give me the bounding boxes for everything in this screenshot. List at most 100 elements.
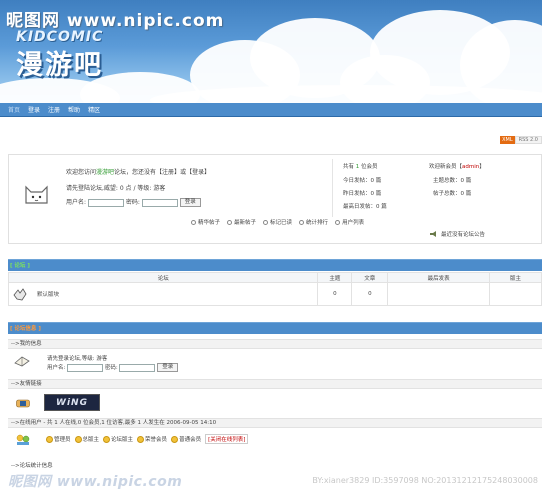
- username-label: 用户名:: [66, 199, 87, 206]
- online-legend: 管理员 总版主 论坛版主 荣誉会员 普通会员 [关闭在线列表]: [46, 434, 249, 444]
- username-input[interactable]: [87, 198, 124, 207]
- forum-cell: 默认版块: [7, 282, 319, 306]
- welcome-text-4: 】: [204, 169, 211, 176]
- member-count-value: 1: [355, 164, 360, 170]
- col-posts: 文章: [351, 272, 389, 283]
- legend-super-mod: 总版主: [74, 435, 99, 443]
- rss2-badge[interactable]: RSS 2.0: [514, 136, 542, 144]
- watermark-bottom: 昵图网 www.nipic.com: [8, 474, 183, 490]
- nav-home[interactable]: 首页: [8, 105, 20, 114]
- link-featured[interactable]: 精华帖子: [191, 218, 220, 226]
- handshake-icon: [16, 399, 30, 408]
- link-user-list-label: 用户列表: [342, 220, 365, 226]
- legend-admin-label: 管理员: [54, 437, 71, 443]
- info-password-label: 密码:: [104, 365, 118, 371]
- friend-links-header: -->友情链接: [8, 379, 542, 389]
- stat-today: 今日发帖：0 篇: [343, 178, 382, 184]
- stat-topics: 主题总数：0 篇: [433, 178, 472, 184]
- col-moderator: 版主: [489, 272, 542, 283]
- top-nav: 首页 登录 注册 帮助 精区: [0, 103, 542, 117]
- nav-login[interactable]: 登录: [28, 105, 40, 114]
- nav-featured[interactable]: 精区: [88, 105, 100, 114]
- col-forum: 论坛: [7, 272, 319, 283]
- close-online-list-link[interactable]: [关闭在线列表]: [205, 434, 249, 444]
- xml-badge[interactable]: XML: [500, 136, 515, 144]
- header-banner: 昵图网 www.nipic.com KIDCOMIC 漫游吧: [0, 0, 542, 103]
- nav-register[interactable]: 注册: [48, 105, 60, 114]
- rss-badge[interactable]: XML RSS 2.0: [500, 136, 542, 144]
- forum-name-link[interactable]: 默认版块: [37, 290, 59, 298]
- announcement-text: 最近没有论坛公告: [441, 232, 486, 238]
- forum-section-title: [ 论坛 ]: [10, 263, 30, 269]
- forum-table: 论坛 主题 文章 最后发表 版主 默认版块 0 0: [7, 272, 542, 306]
- welcome-text-2: 论坛，您还没有【: [114, 169, 163, 176]
- legend-honor-member: 荣誉会员: [137, 435, 167, 443]
- watermark-top: 昵图网 www.nipic.com: [6, 11, 225, 31]
- site-name-link[interactable]: 漫游吧: [96, 169, 114, 176]
- super-mod-face-icon: [74, 435, 82, 443]
- legend-member-label: 普通会员: [179, 437, 202, 443]
- forum-last-post: [387, 282, 491, 306]
- forum-section-header: [ 论坛 ]: [8, 259, 542, 271]
- link-mark-read[interactable]: 标记已读: [263, 218, 292, 226]
- col-last-post: 最后发表: [387, 272, 491, 283]
- megaphone-icon: [430, 231, 436, 237]
- info-login-form: 用户名: 密码: 登录: [47, 363, 179, 372]
- welcome-panel: 欢迎您访问漫游吧论坛，您还没有【注册】或【登录】 请先登陆论坛,威望: 0 点 …: [8, 154, 542, 244]
- wing-link-logo[interactable]: WiNG: [44, 394, 100, 411]
- info-login-button[interactable]: 登录: [157, 363, 179, 372]
- watermark-id: BY:xianer3829 ID:3597098 NO:201312121752…: [312, 476, 538, 485]
- col-topics: 主题: [317, 272, 353, 283]
- watermark-user: BY:xianer3829: [312, 476, 370, 485]
- info-username-input[interactable]: [67, 363, 104, 372]
- newest-member-link[interactable]: admin: [462, 164, 479, 170]
- site-logo-chinese[interactable]: 漫游吧: [16, 43, 103, 82]
- member-count-pre: 共有: [343, 164, 355, 170]
- member-face-icon: [171, 435, 179, 443]
- announcement[interactable]: 最近没有论坛公告: [429, 230, 485, 238]
- table-row: 默认版块 0 0: [7, 282, 542, 306]
- wing-logo-text: WiNG: [56, 397, 88, 408]
- stats-icon: [299, 219, 305, 225]
- newest-member: 欢迎新会员【admin】: [429, 162, 485, 170]
- newest-member-close: 】: [479, 164, 485, 170]
- nav-help[interactable]: 帮助: [68, 105, 80, 114]
- newest-icon: [227, 219, 233, 225]
- login-button[interactable]: 登录: [179, 198, 201, 207]
- link-newest-label: 最新帖子: [234, 220, 257, 226]
- info-section-title: [ 论坛信息 ]: [10, 326, 41, 332]
- stat-yesterday: 昨日发帖：0 篇: [343, 191, 382, 197]
- info-password-input[interactable]: [119, 363, 156, 372]
- link-mark-read-label: 标记已读: [270, 220, 293, 226]
- admin-face-icon: [46, 435, 53, 443]
- forum-posts: 0: [351, 282, 389, 306]
- stat-max-day: 最高日发帖：0 篇: [343, 204, 387, 210]
- watermark-id-text: ID:3597098 NO:20131212175248030008: [371, 476, 538, 485]
- legend-forum-mod: 论坛版主: [103, 435, 133, 443]
- welcome-line: 欢迎您访问漫游吧论坛，您还没有【注册】或【登录】: [66, 167, 210, 176]
- honor-member-face-icon: [137, 435, 145, 443]
- link-user-list[interactable]: 用户列表: [335, 218, 364, 226]
- my-info-header: -->我的信息: [8, 339, 542, 349]
- password-label: 密码:: [125, 199, 140, 206]
- notebook-icon: [14, 356, 30, 367]
- forum-mod-face-icon: [103, 435, 111, 443]
- welcome-text: 欢迎您访问: [66, 169, 97, 176]
- legend-forum-mod-label: 论坛版主: [111, 437, 134, 443]
- member-count: 共有 1 位会员: [343, 162, 378, 170]
- login-link[interactable]: 登录: [192, 169, 204, 176]
- online-users-header: -->在线用户 - 共 1 人在线,0 位会员,1 位访客,最多 1 人发生在 …: [8, 418, 542, 428]
- register-link[interactable]: 注册: [162, 169, 174, 176]
- cat-avatar-icon: [25, 185, 48, 204]
- password-input[interactable]: [141, 198, 178, 207]
- user-list-icon: [335, 219, 341, 225]
- link-stats[interactable]: 统计排行: [299, 218, 328, 226]
- users-group-icon: [16, 434, 30, 445]
- panel-divider: [332, 159, 333, 217]
- link-newest[interactable]: 最新帖子: [227, 218, 256, 226]
- info-username-label: 用户名:: [47, 365, 66, 371]
- user-status-line: 请先登陆论坛,威望: 0 点 / 等级: 游客: [66, 185, 166, 192]
- info-section-header: [ 论坛信息 ]: [8, 322, 542, 334]
- link-featured-label: 精华帖子: [198, 220, 221, 226]
- friend-links-row: WiNG: [8, 390, 542, 417]
